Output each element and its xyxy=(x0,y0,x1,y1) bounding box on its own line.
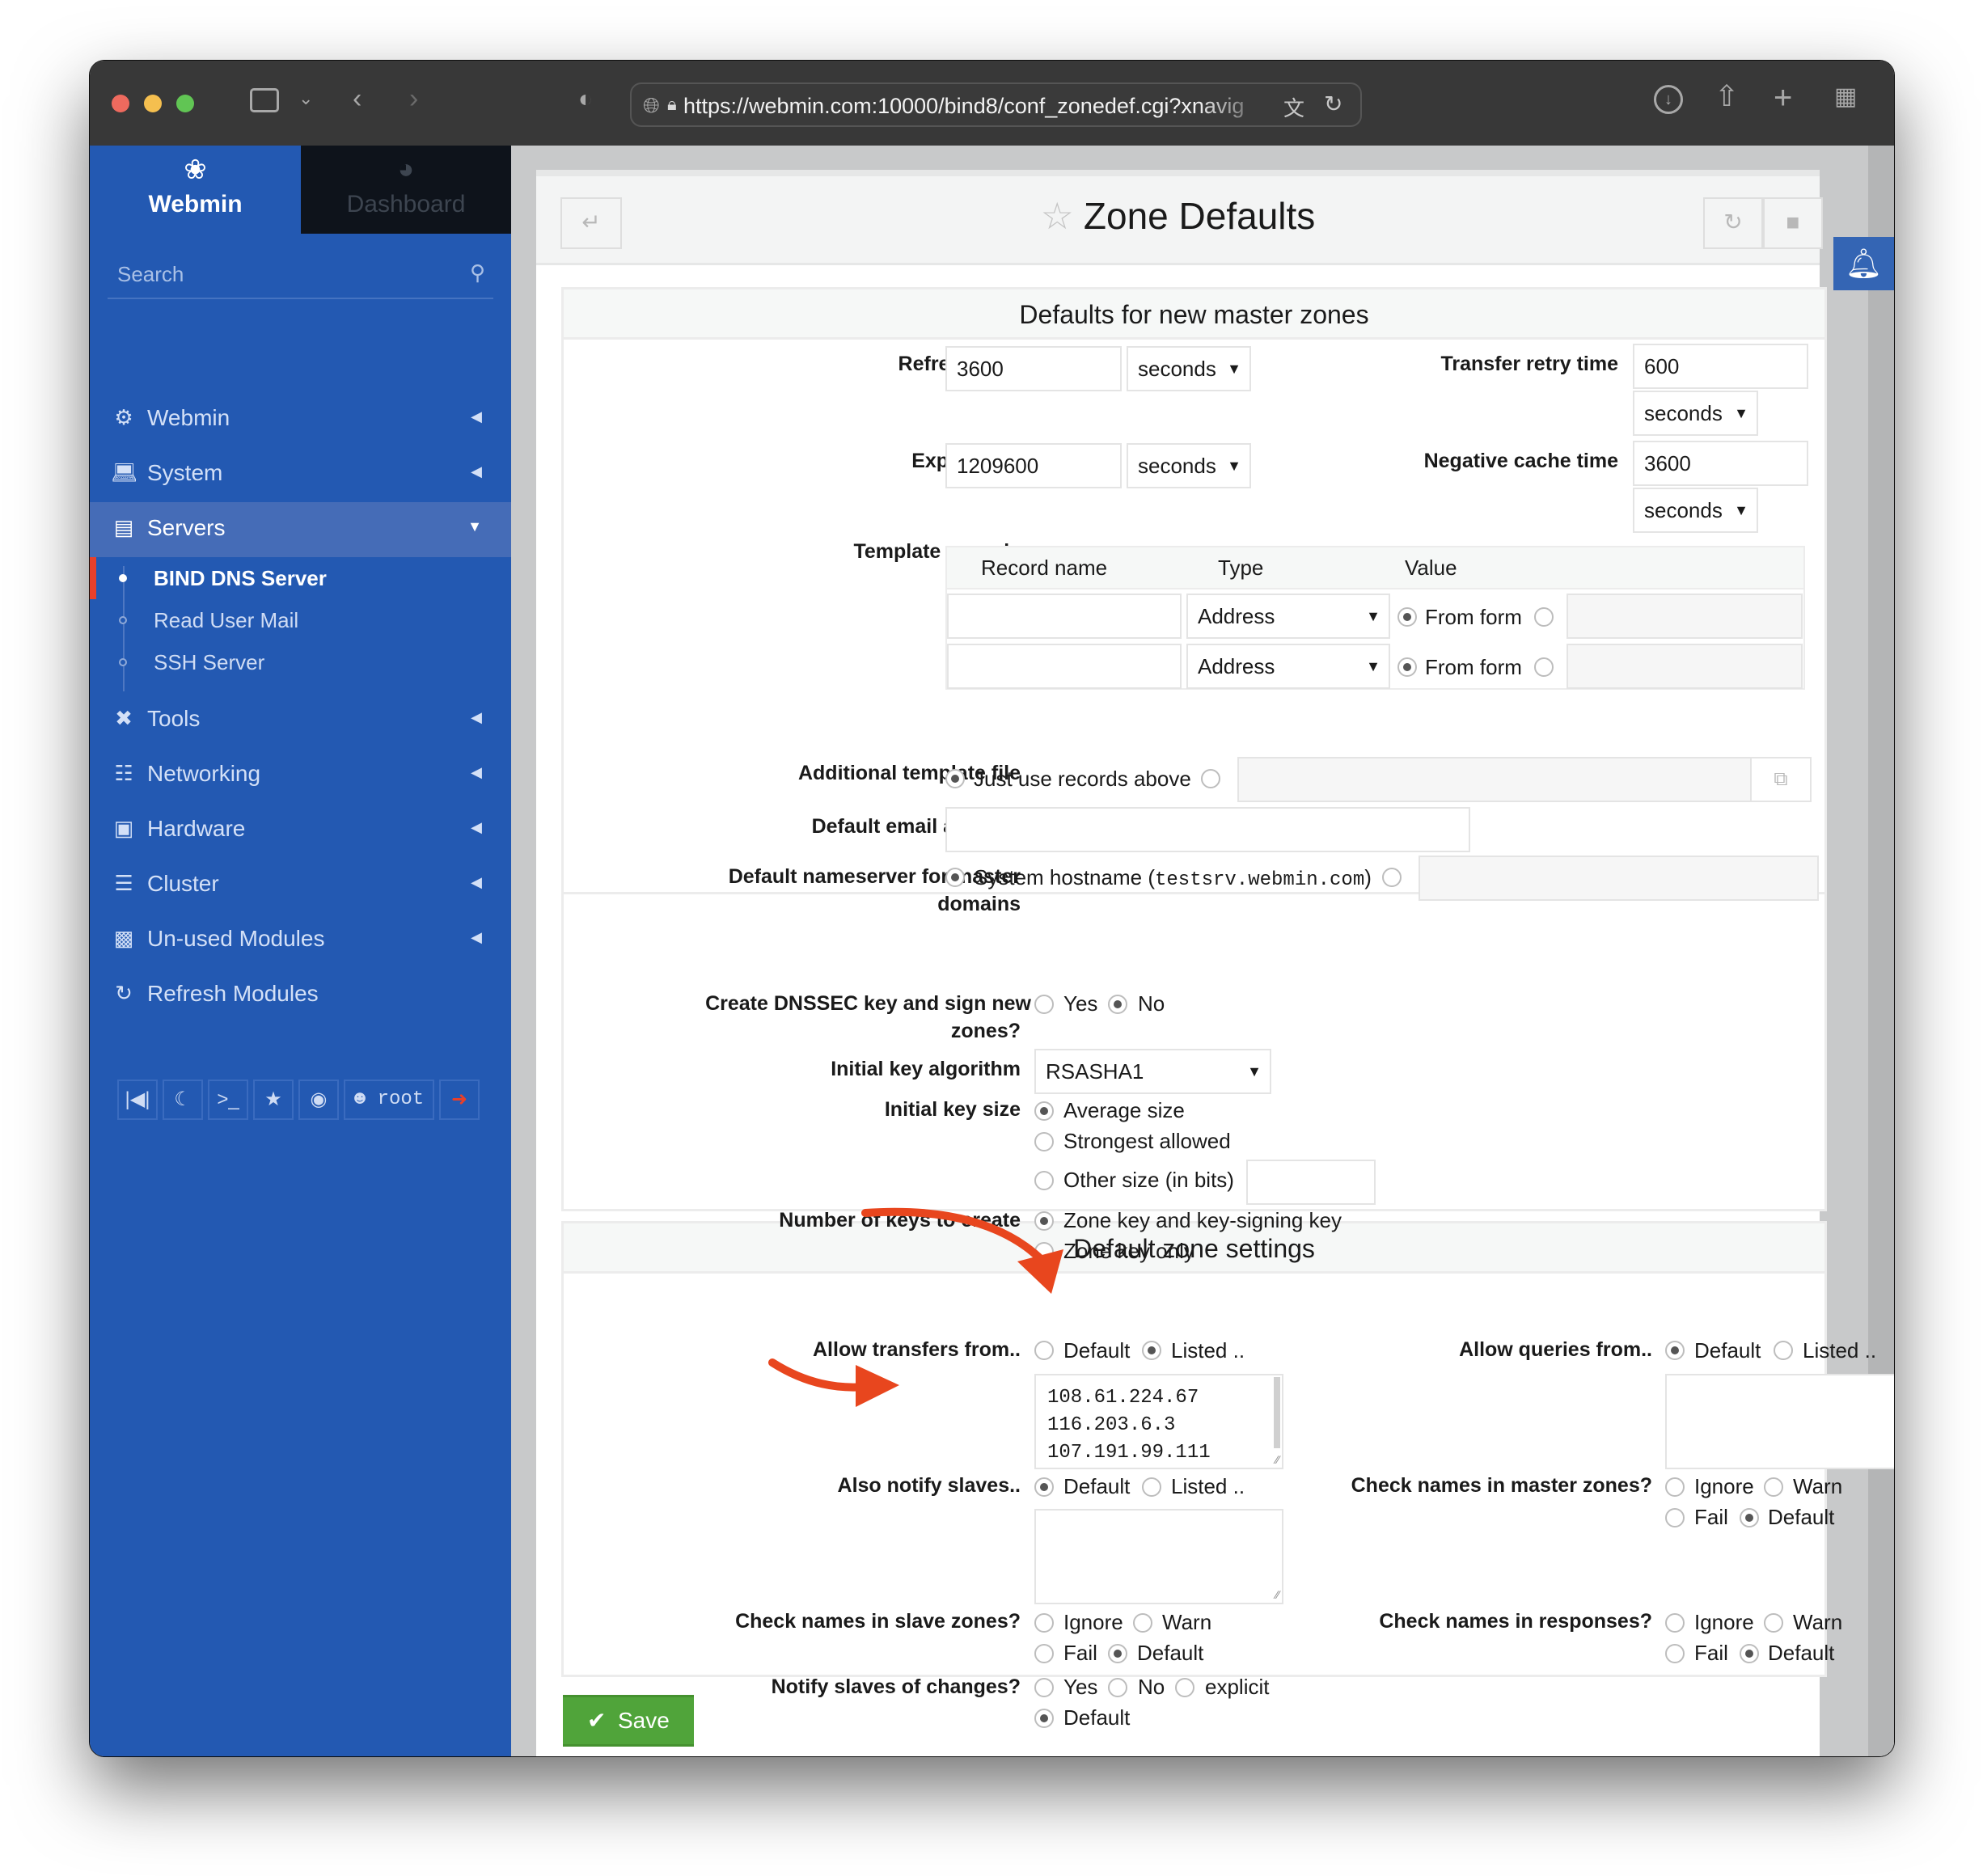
annotation-arrows xyxy=(768,1207,1063,1407)
annotation-arrowhead-transfers xyxy=(1017,1249,1063,1294)
annotation-arrow-transfers xyxy=(861,1207,1047,1265)
annotation-arrow-textarea xyxy=(768,1358,869,1392)
annotation-arrowhead-textarea xyxy=(856,1365,899,1407)
